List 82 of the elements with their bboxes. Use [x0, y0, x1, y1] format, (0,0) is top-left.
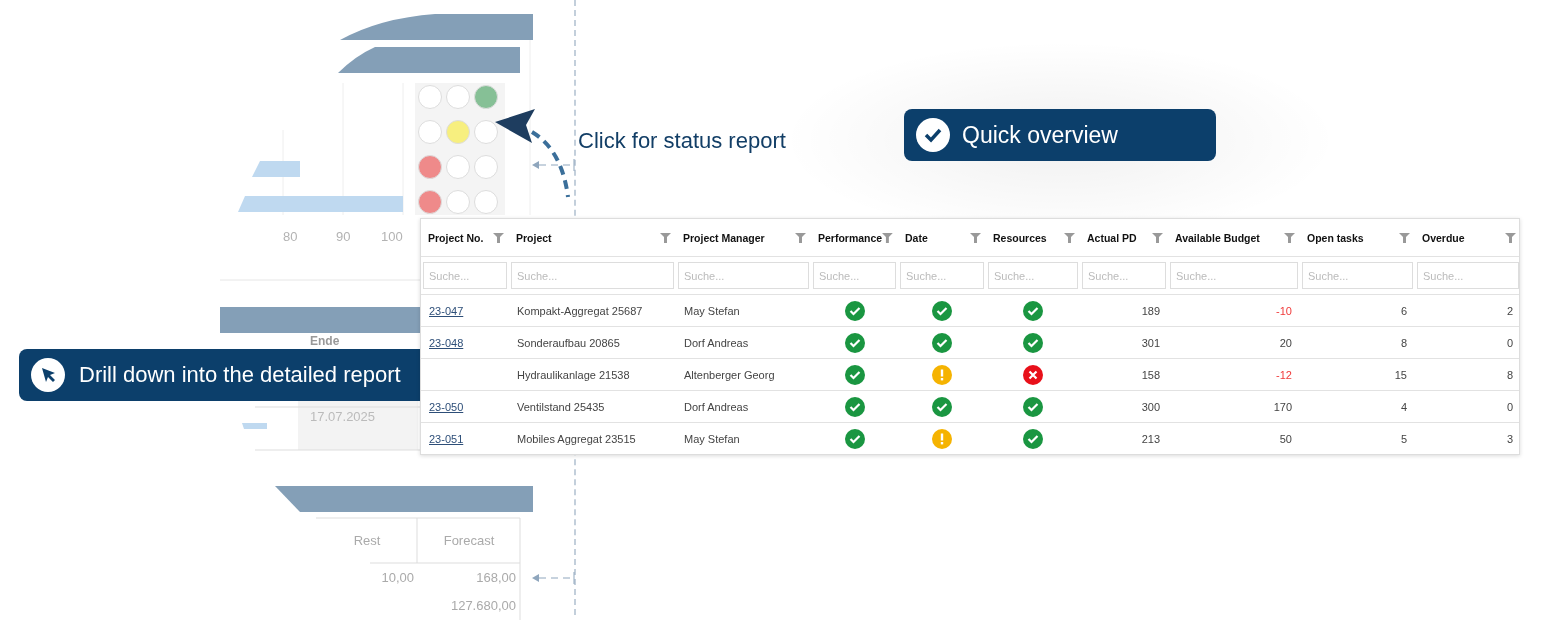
- column-header: Actual PD: [1087, 231, 1137, 244]
- search-field[interactable]: Suche...: [813, 262, 896, 289]
- column-heading: Ende: [310, 334, 340, 348]
- table-cell: Ventilstand 25435: [517, 400, 605, 413]
- column-heading: Rest: [352, 532, 382, 550]
- filter-icon[interactable]: [1284, 232, 1295, 243]
- table-cell: 3: [1506, 432, 1513, 445]
- filter-icon[interactable]: [1399, 232, 1410, 243]
- search-field[interactable]: Suche...: [1170, 262, 1298, 289]
- table-cell: Sonderaufbau 20865: [517, 336, 620, 349]
- filter-icon[interactable]: [660, 232, 671, 243]
- table-cell: Mobiles Aggregat 23515: [517, 432, 636, 445]
- filter-icon[interactable]: [882, 232, 893, 243]
- column-heading: Forecast: [442, 532, 496, 550]
- table-cell: 301: [1141, 336, 1160, 349]
- table-cell: May Stefan: [684, 304, 740, 317]
- search-field[interactable]: Suche...: [678, 262, 809, 289]
- column-header: Resources: [993, 231, 1047, 244]
- table-cell: 10,00: [381, 569, 414, 585]
- axis-label: 90: [336, 229, 351, 244]
- search-field[interactable]: Suche...: [423, 262, 507, 289]
- check-icon: [916, 118, 950, 152]
- table-cell: 15: [1394, 368, 1407, 381]
- filter-icon[interactable]: [493, 232, 504, 243]
- cursor-icon: [31, 358, 65, 392]
- table-cell: 127.680,00: [450, 597, 516, 613]
- gantt-bar: [242, 423, 267, 429]
- table-cell: 300: [1141, 400, 1160, 413]
- table-cell: 170: [1273, 400, 1292, 413]
- table-cell: 20: [1279, 336, 1292, 349]
- connector-arrow: [530, 571, 576, 585]
- table-cell: 213: [1141, 432, 1160, 445]
- table-cell: 158: [1141, 368, 1160, 381]
- table-cell: -12: [1276, 368, 1292, 381]
- column-header: Project Manager: [683, 231, 765, 244]
- table-cell: 4: [1400, 400, 1407, 413]
- project-link[interactable]: 23-051: [429, 432, 464, 445]
- project-link[interactable]: 23-048: [429, 336, 464, 349]
- table-cell: 6: [1400, 304, 1407, 317]
- project-link[interactable]: 23-050: [429, 400, 464, 413]
- search-field[interactable]: Suche...: [1302, 262, 1413, 289]
- table-cell: 0: [1506, 400, 1513, 413]
- date-cell: 17.07.2025: [310, 409, 376, 424]
- column-header: Overdue: [1422, 231, 1465, 244]
- table-cell: 0: [1506, 336, 1513, 349]
- table-cell: Hydraulikanlage 21538: [517, 368, 630, 381]
- table-cell: 8: [1506, 368, 1513, 381]
- table-cell: 168,00: [476, 569, 516, 585]
- filter-icon[interactable]: [970, 232, 981, 243]
- column-header: Date: [905, 231, 928, 244]
- search-field[interactable]: Suche...: [900, 262, 984, 289]
- hint-text: Click for status report: [578, 128, 786, 154]
- column-header: Project: [516, 231, 552, 244]
- table-cell: 8: [1400, 336, 1407, 349]
- table-cell: Kompakt-Aggregat 25687: [517, 304, 643, 317]
- filter-icon[interactable]: [1064, 232, 1075, 243]
- axis-label: 80: [283, 229, 298, 244]
- search-field[interactable]: Suche...: [1417, 262, 1519, 289]
- table-cell: 50: [1279, 432, 1292, 445]
- search-field[interactable]: Suche...: [511, 262, 674, 289]
- table-cell: 2: [1506, 304, 1513, 317]
- table-cell: 189: [1141, 304, 1160, 317]
- table-cell: May Stefan: [684, 432, 740, 445]
- table-cell: 5: [1400, 432, 1407, 445]
- connector-arrow: [530, 158, 576, 172]
- search-field[interactable]: Suche...: [1082, 262, 1166, 289]
- filter-icon[interactable]: [1152, 232, 1163, 243]
- axis-label: 100: [381, 229, 403, 244]
- gantt-bar: [252, 161, 300, 177]
- table-cell: Dorf Andreas: [684, 336, 749, 349]
- callout-label: Quick overview: [904, 109, 1216, 161]
- column-header: Project No.: [428, 231, 484, 244]
- table-cell: Altenberger Georg: [684, 368, 775, 381]
- column-header: Performance: [818, 231, 883, 244]
- project-link[interactable]: 23-047: [429, 304, 464, 317]
- table-cell: -10: [1276, 304, 1292, 317]
- filter-icon[interactable]: [795, 232, 806, 243]
- filter-icon[interactable]: [1505, 232, 1516, 243]
- table-cell: Dorf Andreas: [684, 400, 749, 413]
- column-header: Available Budget: [1175, 231, 1260, 244]
- search-field[interactable]: Suche...: [988, 262, 1078, 289]
- column-header: Open tasks: [1307, 231, 1364, 244]
